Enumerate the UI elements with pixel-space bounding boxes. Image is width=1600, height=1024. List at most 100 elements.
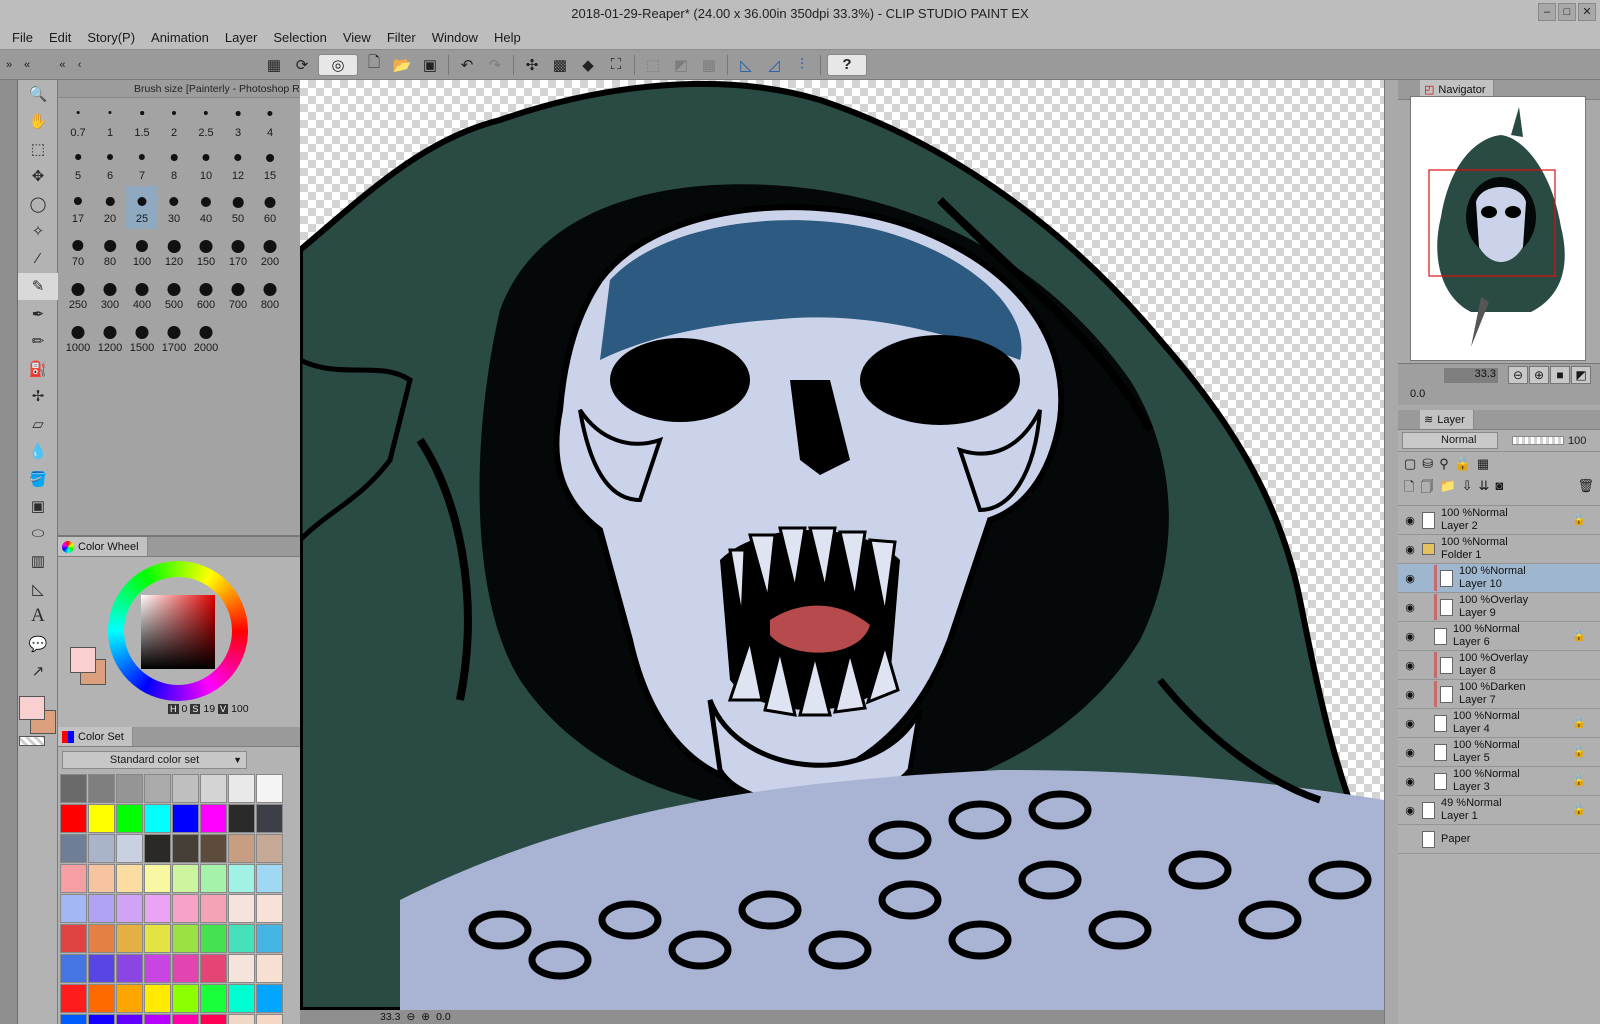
color-swatch[interactable] [228,984,255,1013]
brush-size-cell[interactable]: 1.5 [126,100,158,143]
eye-icon[interactable]: ◉ [1398,630,1422,643]
color-swatch[interactable] [200,984,227,1013]
color-swatch[interactable] [116,984,143,1013]
clear-outside-icon[interactable]: ▩ [548,54,572,76]
layer-row[interactable]: Paper [1398,825,1600,854]
clip-studio-icon[interactable]: ⟳ [290,54,314,76]
brush-size-cell[interactable]: 15 [254,143,286,186]
brush-size-cell[interactable]: 2000 [190,315,222,358]
brush-size-cell[interactable]: 120 [158,229,190,272]
color-swatch[interactable] [144,864,171,893]
pen-tool-icon[interactable]: ✒ [18,300,58,328]
snap-ruler-icon[interactable]: ◺ [734,54,758,76]
zoom-in-icon[interactable]: ⊕ [421,1011,430,1023]
figure-tool-icon[interactable]: ⬭ [18,520,58,548]
reference-icon[interactable]: ⚲ [1439,456,1449,472]
menu-window[interactable]: Window [424,30,486,45]
menu-help[interactable]: Help [486,30,529,45]
color-swatch[interactable] [88,1014,115,1024]
lock-icon[interactable]: 🔒 [1572,745,1586,758]
balloon-tool-icon[interactable]: 💬 [18,630,58,658]
color-swatch[interactable] [256,1014,283,1024]
layer-row[interactable]: ◉ 100 %Normal Layer 2 🔒 [1398,506,1600,535]
color-swatch[interactable] [88,774,115,803]
zoom-out-icon[interactable]: ⊖ [406,1011,415,1023]
color-swatch[interactable] [256,804,283,833]
color-swatch[interactable] [228,774,255,803]
operation-tool-icon[interactable]: ⬚ [18,135,58,163]
correct-line-tool-icon[interactable]: ↗ [18,658,58,686]
eye-icon[interactable]: ◉ [1398,543,1422,556]
transfer-down-icon[interactable]: ⇩ [1462,478,1473,500]
clip-icon[interactable]: ⛁ [1422,456,1433,472]
eye-icon[interactable]: ◉ [1398,717,1422,730]
color-swatch[interactable] [172,954,199,983]
brush-size-cell[interactable]: 400 [126,272,158,315]
eraser-tool-icon[interactable]: ▱ [18,410,58,438]
zoom-in-icon[interactable]: ⊕ [1529,366,1549,384]
tab-color-wheel[interactable]: Color Wheel [58,537,148,556]
color-swatch[interactable] [116,804,143,833]
color-swatch[interactable] [172,804,199,833]
layer-row[interactable]: ◉ 49 %Normal Layer 1 🔒 [1398,796,1600,825]
color-swatch[interactable] [144,924,171,953]
brush-size-cell[interactable]: 7 [126,143,158,186]
color-swatch[interactable] [60,984,87,1013]
move-layer-tool-icon[interactable]: ✥ [18,163,58,191]
brush-size-cell[interactable]: 2 [158,100,190,143]
brush-size-cell[interactable]: 1000 [62,315,94,358]
brush-size-cell[interactable]: 12 [222,143,254,186]
brush-size-cell[interactable]: 600 [190,272,222,315]
color-swatch[interactable] [200,864,227,893]
color-set-select[interactable]: Standard color set ▼ [62,751,247,769]
brush-size-cell[interactable]: 200 [254,229,286,272]
brush-size-cell[interactable]: 40 [190,186,222,229]
color-swatch[interactable] [60,924,87,953]
fit-icon[interactable]: ■ [1550,366,1570,384]
fill-icon[interactable]: ◆ [576,54,600,76]
layer-row[interactable]: ◉ 100 %Normal Layer 10 [1398,564,1600,593]
brush-size-cell[interactable]: 500 [158,272,190,315]
color-swatch[interactable] [256,834,283,863]
save-icon[interactable]: ▣ [418,54,442,76]
mask-icon[interactable]: ◙ [1495,478,1503,500]
brush-size-cell[interactable]: 20 [94,186,126,229]
navigator-preview[interactable] [1410,96,1586,361]
eye-icon[interactable]: ◉ [1398,601,1422,614]
color-swatch[interactable] [172,984,199,1013]
eye-icon[interactable]: ◉ [1398,659,1422,672]
canvas[interactable] [300,80,1384,1010]
selection-border-icon[interactable]: ▦ [697,54,721,76]
menu-layer[interactable]: Layer [217,30,266,45]
color-swatch[interactable] [200,834,227,863]
color-swatch[interactable] [144,774,171,803]
brush-size-cell[interactable]: 25 [126,186,158,229]
canvas-vertical-scrollbar[interactable] [1384,80,1398,1024]
layer-row[interactable]: ◉ 100 %Normal Layer 4 🔒 [1398,709,1600,738]
lock-icon[interactable]: 🔒 [1572,803,1586,816]
color-swatch[interactable] [60,774,87,803]
gradient-tool-icon[interactable]: ▣ [18,493,58,521]
color-swatch[interactable] [172,1014,199,1024]
menu-view[interactable]: View [335,30,379,45]
color-swatch[interactable] [116,834,143,863]
color-swatch[interactable] [60,804,87,833]
brush-size-cell[interactable]: 1700 [158,315,190,358]
color-swatch[interactable] [200,1014,227,1024]
new-folder-icon[interactable]: 📁 [1439,478,1455,500]
color-swatch[interactable] [228,864,255,893]
color-swatch[interactable] [60,894,87,923]
fill-tool-icon[interactable]: 🪣 [18,465,58,493]
color-swatch[interactable] [60,834,87,863]
color-swatch[interactable] [88,954,115,983]
color-swatch[interactable] [116,774,143,803]
color-swatch[interactable] [256,924,283,953]
layer-row[interactable]: ◉ 100 %Normal Layer 3 🔒 [1398,767,1600,796]
transform-icon[interactable]: ⛶ [604,54,628,76]
snap-grid-icon[interactable]: ⫶ [790,54,814,76]
lock-transparency-icon[interactable]: ▦ [1477,456,1489,472]
saturation-value-square[interactable] [141,595,215,669]
lock-icon[interactable]: 🔒 [1455,456,1471,472]
menu-filter[interactable]: Filter [379,30,424,45]
eye-icon[interactable]: ◉ [1398,775,1422,788]
